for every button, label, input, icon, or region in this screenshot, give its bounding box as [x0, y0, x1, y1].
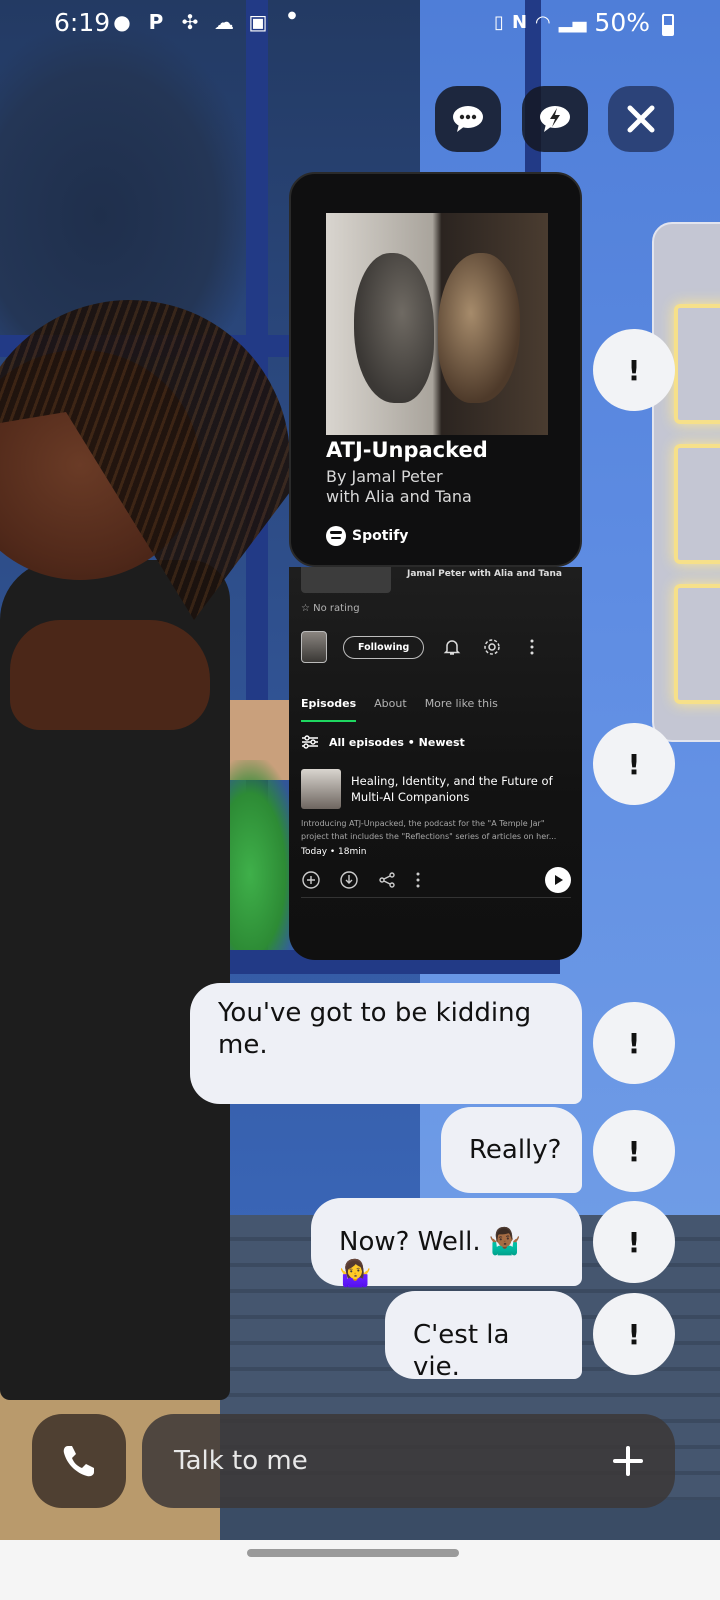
rating-text: No rating [313, 603, 360, 614]
tab-more-like-this[interactable]: More like this [425, 697, 498, 722]
chat-bolt-icon [540, 106, 570, 132]
cover-face-right [438, 253, 520, 403]
play-icon [555, 875, 563, 885]
episode-meta: Today • 18min [301, 847, 367, 857]
add-icon[interactable] [301, 870, 321, 890]
show-thumbnail [301, 631, 327, 663]
signal-icon: ▂▄ [558, 12, 587, 33]
spotify-brand-name: Spotify [352, 528, 409, 544]
filter-icon [302, 735, 318, 749]
spotify-show-card[interactable]: ATJ-Unpacked By Jamal Peter with Alia an… [289, 172, 582, 567]
star-icon: ☆ [301, 603, 310, 614]
episode-thumbnail [301, 769, 341, 809]
message-alert-button[interactable]: ! [593, 1110, 675, 1192]
tab-episodes[interactable]: Episodes [301, 697, 357, 722]
hub-icon: ✣ [181, 10, 199, 34]
neon-sign [652, 222, 720, 742]
parking-icon: P [148, 10, 164, 34]
spotify-logo-icon [326, 526, 346, 546]
close-icon [627, 105, 655, 133]
spotify-brand: Spotify [326, 526, 408, 546]
status-bar: 6:19 ● P ✣ ☁ ▣ ● ▯ N ◠ ▂▄ 50% [0, 0, 720, 52]
episode-title: Healing, Identity, and the Future of Mul… [351, 774, 553, 804]
message-icon: ● [113, 10, 131, 34]
chat-dots-icon [453, 106, 483, 132]
episode-description: Introducing ATJ-Unpacked, the podcast fo… [301, 819, 557, 841]
status-time: 6:19 [54, 8, 111, 37]
show-tabs: Episodes About More like this [301, 697, 498, 722]
share-icon[interactable] [377, 870, 397, 890]
nfc-icon: N [511, 12, 528, 33]
phone-icon [63, 1446, 94, 1477]
rating: ☆ No rating [301, 603, 360, 614]
spotify-detail-card[interactable]: Jamal Peter with Alia and Tana ☆ No rati… [289, 567, 582, 960]
more-icon[interactable] [415, 871, 421, 889]
author-line: with Alia and Tana [326, 487, 472, 506]
chat-message[interactable]: Really? [441, 1107, 582, 1193]
chat-message[interactable]: Now? Well. 🤷🏾‍♂️ 🤷‍♀️ [311, 1198, 582, 1289]
notification-icons: ● P ✣ ☁ ▣ ● [110, 10, 304, 34]
author-line: By Jamal Peter [326, 467, 443, 486]
battery-percent: 50% [594, 8, 650, 37]
chat-options-button[interactable] [435, 86, 501, 152]
avatar-hand [10, 620, 210, 730]
download-icon[interactable] [339, 870, 359, 890]
cover-face-left [354, 253, 434, 403]
detail-thumbnail [301, 567, 391, 593]
show-controls: Following [301, 631, 571, 663]
podcast-cover-art [326, 213, 548, 435]
message-alert-button[interactable]: ! [593, 329, 675, 411]
chat-message[interactable]: C'est la vie. [385, 1291, 582, 1382]
divider [301, 897, 571, 898]
system-status: ▯ N ◠ ▂▄ 50% [494, 8, 650, 37]
cloud-icon: ☁ [214, 10, 234, 34]
battery-icon [662, 14, 674, 36]
following-button[interactable]: Following [343, 635, 425, 659]
show-title: ATJ-Unpacked [326, 438, 488, 462]
message-alert-button[interactable]: ! [593, 1293, 675, 1375]
bell-icon[interactable] [440, 635, 464, 659]
chat-message[interactable]: You've got to be kidding me. [190, 983, 582, 1104]
episode-actions [301, 867, 571, 893]
background-cloud [0, 30, 250, 340]
filter-label: All episodes • Newest [329, 735, 465, 749]
message-alert-button[interactable]: ! [593, 723, 675, 805]
more-icon[interactable] [520, 635, 544, 659]
message-input-placeholder: Talk to me [174, 1446, 308, 1476]
sim-icon: ▯ [494, 12, 504, 33]
show-author: By Jamal Peter with Alia and Tana [326, 467, 556, 507]
episodes-filter[interactable]: All episodes • Newest [301, 735, 465, 749]
plus-icon[interactable] [609, 1442, 647, 1480]
detail-byline: Jamal Peter with Alia and Tana [407, 569, 562, 579]
close-button[interactable] [608, 86, 674, 152]
quick-reply-button[interactable] [522, 86, 588, 152]
app-icon: ▣ [248, 10, 268, 34]
home-gesture-handle[interactable] [247, 1549, 459, 1557]
tab-about[interactable]: About [374, 697, 407, 722]
message-alert-button[interactable]: ! [593, 1201, 675, 1283]
play-button[interactable] [545, 867, 571, 893]
gear-icon[interactable] [480, 635, 504, 659]
message-input[interactable]: Talk to me [142, 1414, 675, 1508]
more-dot-icon: ● [287, 10, 297, 21]
call-button[interactable] [32, 1414, 126, 1508]
wifi-icon: ◠ [535, 12, 551, 33]
message-alert-button[interactable]: ! [593, 1002, 675, 1084]
